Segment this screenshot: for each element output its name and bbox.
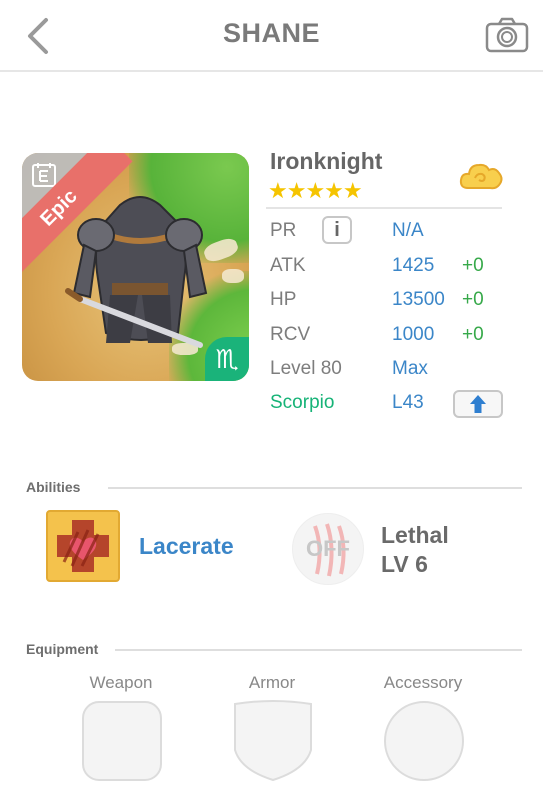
stat-label: Level 80	[270, 358, 342, 379]
stat-bonus: +0	[462, 255, 484, 276]
ability-off-label: OFF	[306, 536, 350, 561]
upgrade-button[interactable]	[453, 390, 503, 418]
divider	[266, 207, 502, 209]
stat-value: Max	[392, 358, 428, 379]
stat-bonus: +0	[462, 289, 484, 310]
hero-portrait[interactable]: Epic ♏	[22, 153, 249, 381]
divider	[108, 487, 522, 489]
lethal-ability-info: Lethal LV 6	[381, 521, 449, 579]
page-title: SHANE	[222, 18, 320, 48]
stat-label: ATK	[270, 255, 306, 276]
equipment-heading: Equipment	[26, 641, 99, 657]
stat-label: RCV	[270, 324, 311, 345]
arrow-up-icon	[470, 395, 486, 413]
equipment-badge-icon	[32, 163, 56, 187]
info-button[interactable]: i	[322, 216, 352, 244]
ability-name: Lethal	[381, 522, 449, 548]
accessory-label: Accessory	[383, 673, 463, 692]
lacerate-icon	[57, 520, 109, 572]
top-bar: SHANE	[0, 0, 543, 72]
accessory-slot[interactable]	[383, 700, 465, 782]
ability-name[interactable]: Lacerate	[139, 533, 234, 560]
abilities-heading: Abilities	[26, 479, 81, 495]
zodiac-label: Scorpio	[270, 392, 335, 413]
rock-decoration	[222, 269, 244, 283]
stat-bonus: +0	[462, 324, 484, 345]
lacerate-ability-icon[interactable]	[46, 510, 120, 582]
stat-value: 1425	[392, 255, 435, 276]
zodiac-badge-icon: ♏	[205, 337, 249, 381]
divider	[115, 649, 522, 651]
camera-icon[interactable]	[484, 15, 530, 55]
ability-level: LV 6	[381, 551, 428, 577]
info-icon: i	[334, 219, 340, 241]
stat-value: N/A	[392, 220, 424, 241]
zodiac-level: L43	[392, 392, 424, 413]
stat-value: 13500	[392, 289, 445, 310]
armor-slot[interactable]	[233, 700, 313, 782]
weapon-slot[interactable]	[81, 700, 163, 782]
weapon-label: Weapon	[89, 673, 153, 692]
armor-label: Armor	[248, 673, 296, 692]
stat-label: HP	[270, 289, 297, 310]
star-rating: ★★★★★	[268, 178, 363, 203]
stat-value: 1000	[392, 324, 435, 345]
stat-label: PR	[270, 220, 297, 241]
hero-name: Ironknight	[270, 148, 383, 174]
lethal-ability-icon[interactable]: OFF	[292, 513, 364, 585]
cloud-element-icon	[459, 163, 503, 190]
